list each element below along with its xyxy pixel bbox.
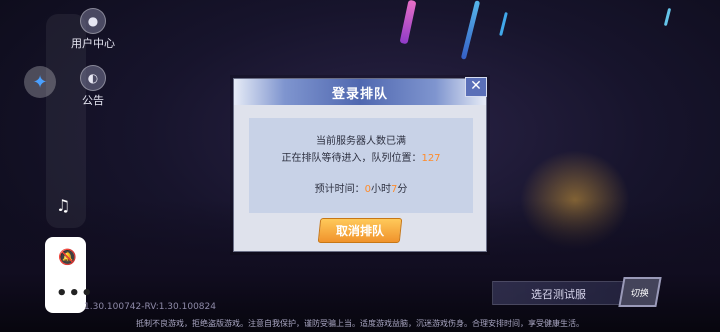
more-icon[interactable]: •••	[56, 283, 94, 304]
close-button[interactable]: ✕	[465, 77, 487, 97]
minutes-unit: 分	[397, 184, 408, 195]
health-notice: 抵制不良游戏，拒绝盗版游戏。注意自我保护，谨防受骗上当。适度游戏益脑，沉迷游戏伤…	[136, 319, 584, 328]
bell-mute-icon[interactable]: 🔕	[58, 248, 77, 266]
user-center-label: 用户中心	[71, 37, 115, 50]
avatar-emblem-icon: ✦	[32, 71, 48, 93]
cancel-queue-label: 取消排队	[335, 224, 384, 238]
dialog-title: 登录排队	[331, 87, 388, 102]
queue-info-box: 当前服务器人数已满 正在排队等待进入，队列位置：127 预计时间：0小时7分	[249, 118, 473, 213]
queue-position-value: 127	[421, 153, 441, 164]
background-light-streak	[399, 0, 417, 45]
version-text: 1.30.100742-RV:1.30.100824	[84, 302, 216, 312]
user-center-button[interactable]: ● 用户中心	[70, 8, 116, 51]
queue-position-label: 正在排队等待进入，队列位置：	[281, 153, 422, 164]
dialog-header: 登录排队	[234, 79, 486, 105]
queue-position-text: 正在排队等待进入，队列位置：127	[249, 149, 473, 164]
estimated-time-label: 预计时间：	[314, 184, 365, 195]
switch-server-label: 切换	[629, 288, 650, 299]
announcement-button[interactable]: ◐ 公告	[70, 65, 116, 108]
user-icon: ●	[80, 8, 106, 34]
announcement-label: 公告	[82, 94, 104, 107]
announcement-icon: ◐	[80, 65, 106, 91]
avatar[interactable]: ✦	[24, 66, 56, 98]
switch-server-button[interactable]: 切换	[618, 277, 662, 307]
hours-unit: 小时	[371, 184, 391, 195]
estimated-time-text: 预计时间：0小时7分	[249, 180, 473, 195]
server-full-text: 当前服务器人数已满	[316, 136, 406, 147]
music-off-icon[interactable]: ♫	[56, 196, 70, 215]
cancel-queue-button[interactable]: 取消排队	[317, 218, 403, 243]
close-icon: ✕	[470, 78, 482, 94]
background-light-streak	[663, 7, 672, 27]
floating-menu-panel: 🔕 •••	[45, 237, 93, 313]
server-select-label: 选召测试服	[531, 288, 586, 301]
background-light-streak	[460, 0, 481, 60]
background-light-streak	[499, 11, 508, 37]
